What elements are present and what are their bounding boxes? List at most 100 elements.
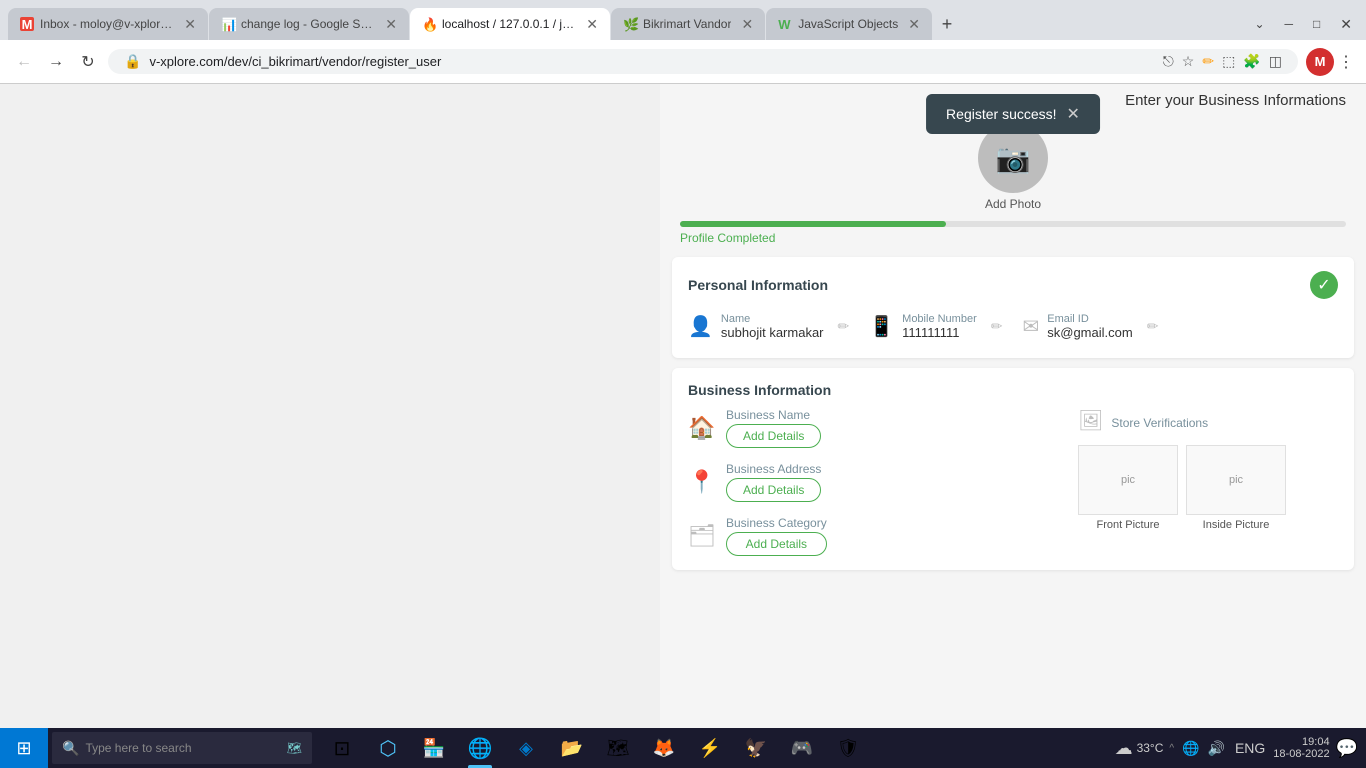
reload-button[interactable]: ↻ — [76, 52, 100, 72]
tab-sheets-title: change log - Google Sheets — [241, 17, 375, 31]
tab-gmail-close[interactable]: ✕ — [184, 16, 196, 33]
start-button[interactable]: ⊞ — [0, 728, 48, 768]
taskbar-app1[interactable]: 🦅 — [734, 728, 778, 768]
email-label: Email ID — [1047, 313, 1132, 325]
progress-label: Profile Completed — [680, 231, 1346, 245]
front-picture-box: pic Front Picture — [1078, 445, 1178, 531]
notification-icon[interactable]: 💬 — [1336, 738, 1358, 759]
mobile-label: Mobile Number — [902, 313, 977, 325]
extensions-icon[interactable]: 🧩 — [1243, 53, 1260, 70]
system-tray-expand[interactable]: ^ — [1169, 743, 1174, 754]
tab-bikrimart-title: Bikrimart Vandor — [643, 17, 731, 31]
business-category-details: Business Category Add Details — [726, 516, 827, 556]
personal-info-row: 👤 Name subhojit karmakar ✏ 📱 Mobile Numb… — [688, 309, 1338, 344]
share-icon[interactable]: ⎋ — [1163, 53, 1174, 70]
weather-temp: 33°C — [1137, 741, 1164, 755]
language-indicator[interactable]: ENG — [1233, 738, 1267, 758]
url-bar[interactable]: 🔒 v-xplore.com/dev/ci_bikrimart/vendor/r… — [108, 49, 1298, 74]
new-tab-button[interactable]: + — [933, 10, 961, 38]
tab-gmail[interactable]: M Inbox - moloy@v-xplore.com ✕ — [8, 8, 208, 40]
mobile-item: 📱 Mobile Number 111111111 ✏ — [869, 313, 1002, 340]
url-action-icons: ⎋ ☆ ✏ ⬚ 🧩 ◫ — [1163, 53, 1282, 70]
screenshot-icon[interactable]: ⬚ — [1222, 53, 1235, 70]
name-value: subhojit karmakar — [721, 325, 824, 340]
business-name-details: Business Name Add Details — [726, 408, 821, 448]
tab-sheets-close[interactable]: ✕ — [385, 16, 397, 33]
inside-picture-img[interactable]: pic — [1186, 445, 1286, 515]
name-label: Name — [721, 313, 824, 325]
business-name-label: Business Name — [726, 408, 821, 422]
business-address-item: 📍 Business Address Add Details — [688, 462, 1062, 502]
tab-list-button[interactable]: ⌄ — [1248, 15, 1270, 33]
front-picture-img[interactable]: pic — [1078, 445, 1178, 515]
taskbar-right: ☁ 33°C ^ 🌐 🔊 ENG 19:04 18-08-2022 💬 — [1107, 736, 1366, 760]
name-edit-button[interactable]: ✏ — [838, 318, 850, 335]
sidebar-icon[interactable]: ◫ — [1269, 53, 1282, 70]
system-tray-icons: 🌐 🔊 — [1180, 738, 1227, 759]
taskbar-maps[interactable]: 🗺 — [596, 728, 640, 768]
taskbar-edge[interactable]: 🌐 — [458, 728, 502, 768]
business-address-add-button[interactable]: Add Details — [726, 478, 821, 502]
weather-widget[interactable]: ☁ 33°C — [1115, 738, 1164, 759]
menu-button[interactable]: ⋮ — [1338, 52, 1354, 72]
inside-pic-text: pic — [1229, 474, 1243, 486]
email-edit-button[interactable]: ✏ — [1147, 318, 1159, 335]
tab-jsobjects[interactable]: W JavaScript Objects ✕ — [766, 8, 932, 40]
close-window-button[interactable]: ✕ — [1334, 14, 1358, 35]
tab-bikrimart[interactable]: 🌿 Bikrimart Vandor ✕ — [611, 8, 765, 40]
front-pic-text: pic — [1121, 474, 1135, 486]
tab-bikrimart-close[interactable]: ✕ — [741, 16, 753, 33]
business-category-item: 🗂 Business Category Add Details — [688, 516, 1062, 556]
taskbar-search[interactable]: 🔍 Type here to search 🗺 — [52, 732, 312, 764]
taskbar-store[interactable]: 🏪 — [412, 728, 456, 768]
home-icon: 🏠 — [688, 415, 716, 441]
tab-localhost-close[interactable]: ✕ — [586, 16, 598, 33]
forward-button[interactable]: → — [44, 53, 68, 71]
minimize-button[interactable]: ─ — [1279, 15, 1300, 33]
cortana-icon: 🗺 — [287, 741, 302, 755]
store-verif-container: 🖼 Store Verifications pic Front Picture — [1078, 408, 1338, 531]
phone-icon: 📱 — [869, 314, 894, 339]
maximize-button[interactable]: □ — [1307, 15, 1326, 33]
store-verif-icon: 🖼 — [1078, 408, 1103, 433]
tab-localhost[interactable]: 🔥 localhost / 127.0.0.1 / jaduric ✕ — [410, 8, 610, 40]
camera-icon: 📷 — [996, 142, 1031, 175]
network-icon[interactable]: 🌐 — [1180, 738, 1201, 759]
progress-section: Profile Completed — [660, 216, 1366, 247]
back-button[interactable]: ← — [12, 53, 36, 71]
taskbar-vscode[interactable]: ◈ — [504, 728, 548, 768]
volume-icon[interactable]: 🔊 — [1206, 738, 1227, 759]
taskbar-task-view[interactable]: ⊡ — [320, 728, 364, 768]
store-verif-label: Store Verifications — [1111, 416, 1208, 430]
toast-message: Register success! — [946, 106, 1056, 122]
toast-close-button[interactable]: ✕ — [1067, 104, 1080, 124]
taskbar-date: 18-08-2022 — [1273, 748, 1329, 760]
url-text: v-xplore.com/dev/ci_bikrimart/vendor/reg… — [149, 54, 1154, 69]
front-picture-caption: Front Picture — [1097, 519, 1160, 531]
weather-icon: ☁ — [1115, 738, 1133, 759]
taskbar-app3[interactable]: 🛡 — [826, 728, 870, 768]
jsobjects-icon: W — [778, 17, 792, 31]
taskbar-filezilla[interactable]: ⚡ — [688, 728, 732, 768]
highlight-icon[interactable]: ✏ — [1202, 53, 1214, 70]
taskbar-app2[interactable]: 🎮 — [780, 728, 824, 768]
mobile-details: Mobile Number 111111111 — [902, 313, 977, 340]
add-photo-label: Add Photo — [985, 197, 1041, 211]
business-category-add-button[interactable]: Add Details — [726, 532, 827, 556]
tab-jsobjects-close[interactable]: ✕ — [908, 16, 920, 33]
personal-info-check: ✓ — [1310, 271, 1338, 299]
taskbar-widgets[interactable]: ⬡ — [366, 728, 410, 768]
profile-button[interactable]: M — [1306, 48, 1334, 76]
taskbar-firefox[interactable]: 🦊 — [642, 728, 686, 768]
bookmark-icon[interactable]: ☆ — [1182, 53, 1195, 70]
person-icon: 👤 — [688, 314, 713, 339]
mobile-edit-button[interactable]: ✏ — [991, 318, 1003, 335]
bikrimart-icon: 🌿 — [623, 17, 637, 31]
business-address-details: Business Address Add Details — [726, 462, 821, 502]
email-item: ✉ Email ID sk@gmail.com ✏ — [1022, 313, 1158, 340]
taskbar-clock[interactable]: 19:04 18-08-2022 — [1273, 736, 1329, 760]
business-category-label: Business Category — [726, 516, 827, 530]
tab-sheets[interactable]: 📊 change log - Google Sheets ✕ — [209, 8, 409, 40]
business-name-add-button[interactable]: Add Details — [726, 424, 821, 448]
taskbar-file-explorer[interactable]: 📂 — [550, 728, 594, 768]
